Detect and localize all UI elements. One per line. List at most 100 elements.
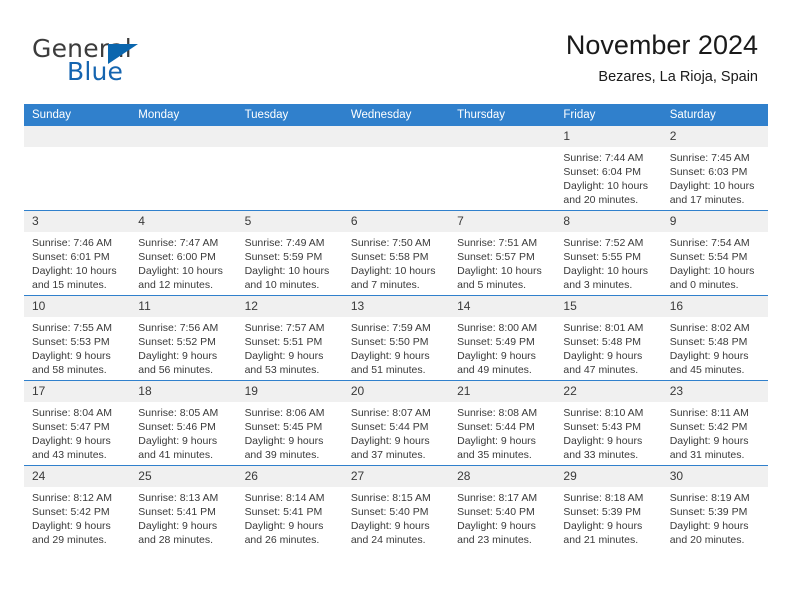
daylight-text-line1: Daylight: 9 hours	[32, 350, 111, 362]
sunrise-text: Sunrise: 8:12 AM	[32, 492, 112, 504]
calendar-day-cell[interactable]: 23 Sunrise: 8:11 AM Sunset: 5:42 PM Dayligh…	[661, 380, 768, 466]
calendar-day-cell[interactable]: 5 Sunrise: 7:49 AM Sunset: 5:59 PM Daylight…	[236, 210, 343, 296]
daylight-text-line1: Daylight: 10 hours	[669, 180, 755, 192]
sunrise-text: Sunrise: 7:55 AM	[32, 322, 112, 334]
day-details: Sunrise: 8:02 AM Sunset: 5:48 PM Daylight:…	[662, 317, 768, 377]
daylight-text-line1: Daylight: 9 hours	[563, 350, 643, 362]
sunset-text: Sunset: 5:39 PM	[669, 506, 748, 518]
daylight-text-line2: and 35 minutes.	[457, 449, 532, 461]
daylight-text-line1: Daylight: 9 hours	[244, 435, 324, 447]
sunrise-text: Sunrise: 8:02 AM	[669, 322, 750, 334]
day-number: 27	[342, 466, 450, 487]
calendar-day-cell[interactable]: 30 Sunrise: 8:19 AM Sunset: 5:39 PM Dayligh…	[661, 465, 768, 550]
calendar-day-cell[interactable]: 18 Sunrise: 8:05 AM Sunset: 5:46 PM Dayligh…	[130, 380, 237, 466]
calendar-day-cell[interactable]: 29 Sunrise: 8:18 AM Sunset: 5:39 PM Dayligh…	[555, 465, 662, 550]
calendar-day-cell[interactable]: 10 Sunrise: 7:55 AM Sunset: 5:53 PM Dayligh…	[24, 295, 131, 381]
daylight-text-line1: Daylight: 10 hours	[563, 265, 649, 277]
day-details: Sunrise: 8:05 AM Sunset: 5:46 PM Daylight:…	[130, 402, 236, 462]
day-number	[24, 126, 131, 147]
day-number: 12	[236, 296, 343, 317]
calendar-day-cell[interactable]: 4 Sunrise: 7:47 AM Sunset: 6:00 PM Daylight…	[130, 210, 237, 296]
calendar-week-row: 24 Sunrise: 8:12 AM Sunset: 5:42 PM Dayligh…	[24, 465, 768, 550]
sunset-text: Sunset: 5:49 PM	[457, 336, 535, 348]
day-details: Sunrise: 8:07 AM Sunset: 5:44 PM Daylight:…	[343, 402, 449, 462]
sunset-text: Sunset: 5:57 PM	[457, 251, 535, 263]
daylight-text-line1: Daylight: 9 hours	[350, 435, 430, 447]
day-number: 20	[342, 381, 450, 402]
daylight-text-line1: Daylight: 9 hours	[138, 435, 218, 447]
daylight-text-line1: Daylight: 9 hours	[244, 520, 324, 532]
sunset-text: Sunset: 5:50 PM	[350, 336, 429, 348]
daylight-text-line2: and 23 minutes.	[457, 534, 532, 546]
calendar-day-cell[interactable]: 15 Sunrise: 8:01 AM Sunset: 5:48 PM Dayligh…	[555, 295, 662, 381]
daylight-text-line1: Daylight: 9 hours	[138, 520, 218, 532]
sunrise-text: Sunrise: 8:18 AM	[563, 492, 644, 504]
calendar-day-cell[interactable]: 6 Sunrise: 7:50 AM Sunset: 5:58 PM Daylight…	[342, 210, 450, 296]
day-number: 1	[555, 126, 662, 147]
calendar-day-cell[interactable]: 8 Sunrise: 7:52 AM Sunset: 5:55 PM Daylight…	[555, 210, 662, 296]
day-number: 23	[661, 381, 768, 402]
day-number: 13	[342, 296, 450, 317]
daylight-text-line2: and 47 minutes.	[563, 364, 639, 376]
day-number: 2	[661, 126, 768, 147]
daylight-text-line2: and 24 minutes.	[350, 534, 426, 546]
calendar-day-cell[interactable]: 16 Sunrise: 8:02 AM Sunset: 5:48 PM Dayligh…	[661, 295, 768, 381]
calendar-day-cell[interactable]: 2 Sunrise: 7:45 AM Sunset: 6:03 PM Daylight…	[661, 126, 768, 211]
calendar-day-cell[interactable]: 9 Sunrise: 7:54 AM Sunset: 5:54 PM Daylight…	[661, 210, 768, 296]
day-details	[237, 147, 343, 151]
daylight-text-line1: Daylight: 10 hours	[350, 265, 436, 277]
sunrise-text: Sunrise: 8:19 AM	[669, 492, 750, 504]
day-number: 22	[555, 381, 662, 402]
day-number: 14	[449, 296, 556, 317]
day-details: Sunrise: 7:49 AM Sunset: 5:59 PM Daylight:…	[237, 232, 343, 292]
day-details: Sunrise: 7:56 AM Sunset: 5:52 PM Daylight:…	[130, 317, 236, 377]
daylight-text-line1: Daylight: 9 hours	[138, 350, 218, 362]
calendar-day-cell[interactable]: 14 Sunrise: 8:00 AM Sunset: 5:49 PM Dayligh…	[449, 295, 556, 381]
day-details: Sunrise: 7:44 AM Sunset: 6:04 PM Daylight:…	[555, 147, 661, 207]
calendar-day-cell[interactable]: 28 Sunrise: 8:17 AM Sunset: 5:40 PM Dayligh…	[449, 465, 556, 550]
day-details: Sunrise: 7:55 AM Sunset: 5:53 PM Daylight:…	[24, 317, 130, 377]
day-number: 16	[661, 296, 768, 317]
calendar-day-cell[interactable]: 3 Sunrise: 7:46 AM Sunset: 6:01 PM Daylight…	[24, 210, 131, 296]
calendar-day-cell[interactable]: 19 Sunrise: 8:06 AM Sunset: 5:45 PM Dayligh…	[236, 380, 343, 466]
daylight-text-line2: and 56 minutes.	[138, 364, 213, 376]
sunset-text: Sunset: 5:54 PM	[669, 251, 748, 263]
calendar-day-cell[interactable]: 7 Sunrise: 7:51 AM Sunset: 5:57 PM Daylight…	[449, 210, 556, 296]
calendar-day-cell[interactable]: 11 Sunrise: 7:56 AM Sunset: 5:52 PM Dayligh…	[130, 295, 237, 381]
daylight-text-line2: and 3 minutes.	[563, 279, 633, 291]
day-details: Sunrise: 8:17 AM Sunset: 5:40 PM Daylight:…	[449, 487, 555, 547]
calendar-day-cell[interactable]: 20 Sunrise: 8:07 AM Sunset: 5:44 PM Dayligh…	[342, 380, 450, 466]
day-number: 10	[24, 296, 131, 317]
calendar-week-row: 1 Sunrise: 7:44 AM Sunset: 6:04 PM Daylight…	[24, 126, 768, 211]
day-number: 11	[130, 296, 237, 317]
day-number: 6	[342, 211, 450, 232]
calendar-day-cell[interactable]: 26 Sunrise: 8:14 AM Sunset: 5:41 PM Dayligh…	[236, 465, 343, 550]
general-blue-logo[interactable]: General Blue	[32, 34, 252, 90]
calendar-week-row: 3 Sunrise: 7:46 AM Sunset: 6:01 PM Daylight…	[24, 210, 768, 296]
calendar-day-cell[interactable]: 27 Sunrise: 8:15 AM Sunset: 5:40 PM Dayligh…	[342, 465, 450, 550]
title-block: November 2024 Bezares, La Rioja, Spain	[566, 28, 758, 86]
daylight-text-line2: and 37 minutes.	[350, 449, 426, 461]
sunset-text: Sunset: 5:48 PM	[563, 336, 642, 348]
calendar-day-cell[interactable]: 1 Sunrise: 7:44 AM Sunset: 6:04 PM Daylight…	[555, 126, 662, 211]
logo-word-blue: Blue	[67, 57, 124, 86]
day-details: Sunrise: 7:52 AM Sunset: 5:55 PM Daylight:…	[555, 232, 661, 292]
calendar-page: General Blue November 2024 Bezares, La R…	[0, 0, 792, 612]
day-number: 18	[130, 381, 237, 402]
daylight-text-line1: Daylight: 9 hours	[457, 435, 536, 447]
daylight-text-line2: and 33 minutes.	[563, 449, 639, 461]
calendar-day-cell[interactable]: 24 Sunrise: 8:12 AM Sunset: 5:42 PM Dayligh…	[24, 465, 131, 550]
calendar-day-cell[interactable]: 25 Sunrise: 8:13 AM Sunset: 5:41 PM Dayligh…	[130, 465, 237, 550]
sunrise-text: Sunrise: 7:57 AM	[244, 322, 325, 334]
daylight-text-line2: and 49 minutes.	[457, 364, 532, 376]
sunrise-text: Sunrise: 8:17 AM	[457, 492, 538, 504]
calendar-day-cell[interactable]: 21 Sunrise: 8:08 AM Sunset: 5:44 PM Dayligh…	[449, 380, 556, 466]
calendar-day-cell[interactable]: 13 Sunrise: 7:59 AM Sunset: 5:50 PM Dayligh…	[342, 295, 450, 381]
sunset-text: Sunset: 5:39 PM	[563, 506, 642, 518]
day-number: 28	[449, 466, 556, 487]
day-details: Sunrise: 8:04 AM Sunset: 5:47 PM Daylight:…	[24, 402, 130, 462]
calendar-day-cell[interactable]: 22 Sunrise: 8:10 AM Sunset: 5:43 PM Dayligh…	[555, 380, 662, 466]
daylight-text-line2: and 53 minutes.	[244, 364, 320, 376]
calendar-day-cell[interactable]: 12 Sunrise: 7:57 AM Sunset: 5:51 PM Dayligh…	[236, 295, 343, 381]
calendar-day-cell[interactable]: 17 Sunrise: 8:04 AM Sunset: 5:47 PM Dayligh…	[24, 380, 131, 466]
